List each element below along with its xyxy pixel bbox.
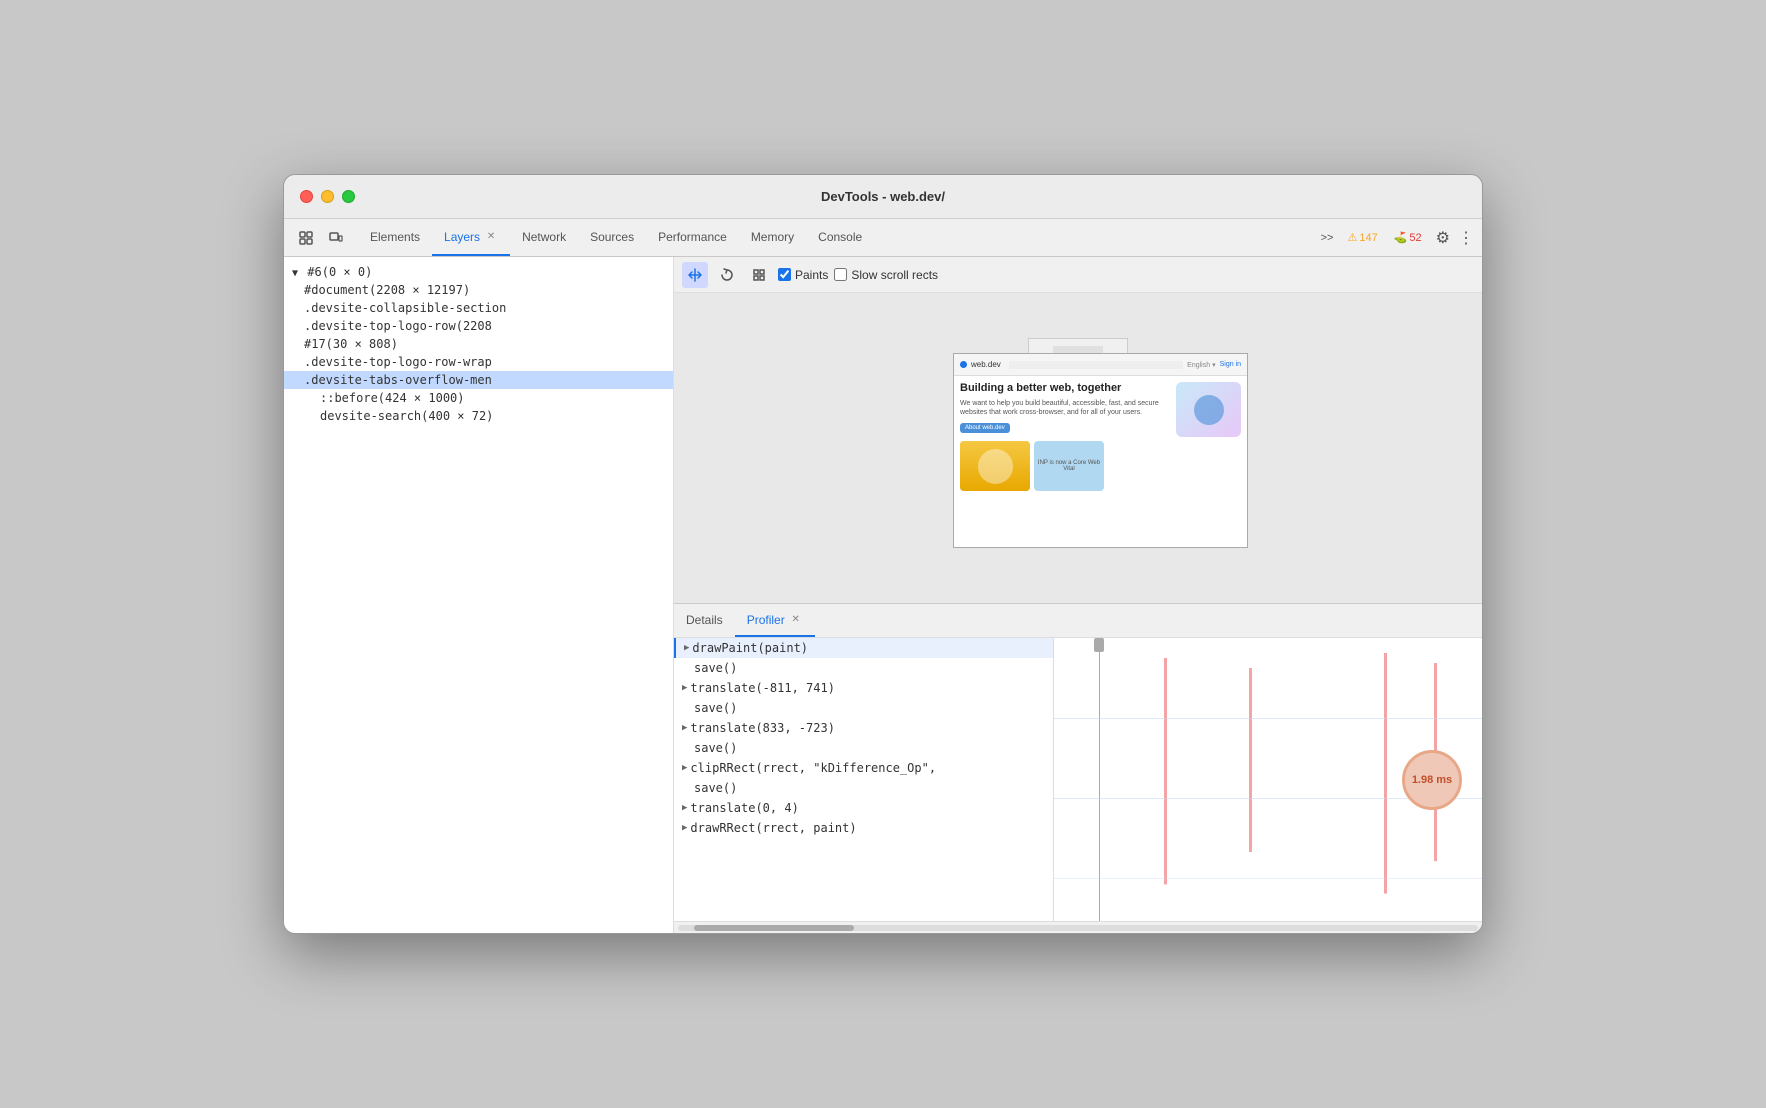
profiler-item-9[interactable]: ▶ drawRRect(rrect, paint) <box>674 818 1053 838</box>
triangle-icon: ▶ <box>684 643 689 653</box>
settings-button[interactable]: ⚙ <box>1432 224 1454 252</box>
devtools-window: DevTools - web.dev/ Elements <box>283 174 1483 934</box>
preview-small-text: We want to help you build beautiful, acc… <box>960 399 1168 417</box>
tab-elements[interactable]: Elements <box>358 219 432 256</box>
tree-item-label: devsite-search(400 × 72) <box>320 409 493 423</box>
scrollbar-track[interactable] <box>678 925 1478 931</box>
tree-item-search[interactable]: devsite-search(400 × 72) <box>284 407 673 425</box>
error-badge[interactable]: ⛳ 52 <box>1388 229 1428 246</box>
responsive-icon[interactable] <box>322 224 350 252</box>
tabs-area: Elements Layers ✕ Network Sources Perfor… <box>358 219 1317 256</box>
triangle-icon: ▶ <box>682 723 687 733</box>
slow-scroll-checkbox[interactable] <box>834 268 847 281</box>
main-toolbar: Elements Layers ✕ Network Sources Perfor… <box>284 219 1482 257</box>
scrollbar-thumb[interactable] <box>694 925 854 931</box>
profiler-item-3[interactable]: save() <box>674 698 1053 718</box>
profiler-scrollbar[interactable] <box>674 921 1482 933</box>
paints-checkbox[interactable] <box>778 268 791 281</box>
profiler-item-4[interactable]: ▶ translate(833, -723) <box>674 718 1053 738</box>
profiler-item-0[interactable]: ▶ drawPaint(paint) <box>674 638 1053 658</box>
tab-profiler[interactable]: Profiler ✕ <box>735 604 815 637</box>
profiler-item-7[interactable]: save() <box>674 778 1053 798</box>
pan-tool-button[interactable] <box>682 262 708 288</box>
timeline-scroll: 1.98 ms <box>1054 638 1482 921</box>
more-options-button[interactable]: ⋮ <box>1458 228 1474 248</box>
toolbar-left <box>292 219 350 256</box>
tab-memory[interactable]: Memory <box>739 219 806 256</box>
preview-header: web.dev English ▾ Sign in <box>954 354 1247 376</box>
profiler-item-2[interactable]: ▶ translate(-811, 741) <box>674 678 1053 698</box>
tree-item-tabs-overflow[interactable]: .devsite-tabs-overflow-men <box>284 371 673 389</box>
triangle-icon: ▶ <box>682 823 687 833</box>
profiler-item-6[interactable]: ▶ clipRRect(rrect, "kDifference_Op", <box>674 758 1053 778</box>
bottom-content: ▶ drawPaint(paint) save() ▶ translate(-8… <box>674 638 1482 921</box>
tab-layers-close[interactable]: ✕ <box>484 230 498 244</box>
tree-item-collapsible[interactable]: .devsite-collapsible-section <box>284 299 673 317</box>
preview-area: ... web.dev English ▾ Sign in <box>674 293 1482 603</box>
titlebar: DevTools - web.dev/ <box>284 175 1482 219</box>
tree-item-top-logo[interactable]: .devsite-top-logo-row(2208 <box>284 317 673 335</box>
triangle-icon: ▼ <box>292 268 298 279</box>
rotate-tool-button[interactable] <box>714 262 740 288</box>
toolbar-right: >> ⚠ 147 ⛳ 52 ⚙ ⋮ <box>1317 219 1474 256</box>
tree-item-label: #6(0 × 0) <box>307 265 372 279</box>
tree-item-label: .devsite-collapsible-section <box>304 301 506 315</box>
minimize-button[interactable] <box>321 190 334 203</box>
error-icon: ⛳ <box>1394 231 1408 244</box>
tab-performance[interactable]: Performance <box>646 219 739 256</box>
tab-profiler-close[interactable]: ✕ <box>789 613 803 627</box>
preview-content-area: Building a better web, together We want … <box>954 376 1247 547</box>
tree-item-top-logo-wrap[interactable]: .devsite-top-logo-row-wrap <box>284 353 673 371</box>
reset-tool-button[interactable] <box>746 262 772 288</box>
tree-item-label: .devsite-top-logo-row-wrap <box>304 355 492 369</box>
timer-badge: 1.98 ms <box>1402 750 1462 810</box>
tree-item-label: #17(30 × 808) <box>304 337 398 351</box>
tree-item-document[interactable]: #document(2208 × 12197) <box>284 281 673 299</box>
tree-item-label: #document(2208 × 12197) <box>304 283 470 297</box>
tree-item-label: .devsite-tabs-overflow-men <box>304 373 492 387</box>
tree-item-before[interactable]: ::before(424 × 1000) <box>284 389 673 407</box>
maximize-button[interactable] <box>342 190 355 203</box>
layers-tree-panel: ▼ #6(0 × 0) #document(2208 × 12197) .dev… <box>284 257 674 933</box>
tree-item-17[interactable]: #17(30 × 808) <box>284 335 673 353</box>
timeline-area[interactable]: 1.98 ms <box>1054 638 1482 921</box>
triangle-icon: ▶ <box>682 763 687 773</box>
preview-card-1 <box>960 441 1030 491</box>
profiler-item-1[interactable]: save() <box>674 658 1053 678</box>
profiler-item-5[interactable]: save() <box>674 738 1053 758</box>
tab-details[interactable]: Details <box>674 604 735 637</box>
close-button[interactable] <box>300 190 313 203</box>
right-panel: Paints Slow scroll rects ... <box>674 257 1482 933</box>
bottom-tabs: Details Profiler ✕ <box>674 604 1482 638</box>
bottom-panel: Details Profiler ✕ ▶ drawPaint(paint) <box>674 603 1482 933</box>
tree-item-label: ::before(424 × 1000) <box>320 391 465 405</box>
paints-checkbox-label[interactable]: Paints <box>778 268 828 282</box>
slow-scroll-checkbox-label[interactable]: Slow scroll rects <box>834 268 938 282</box>
preview-cards: INP is now a Core Web Vital <box>960 441 1241 491</box>
tab-layers[interactable]: Layers ✕ <box>432 219 510 256</box>
profiler-tree[interactable]: ▶ drawPaint(paint) save() ▶ translate(-8… <box>674 638 1054 921</box>
triangle-icon: ▶ <box>682 683 687 693</box>
triangle-icon: ▶ <box>682 803 687 813</box>
warning-badge[interactable]: ⚠ 147 <box>1341 229 1383 246</box>
preview-big-text: Building a better web, together <box>960 382 1168 395</box>
main-preview: web.dev English ▾ Sign in Building a bet… <box>953 353 1248 548</box>
more-tabs-button[interactable]: >> <box>1317 230 1338 246</box>
inspector-icon[interactable] <box>292 224 320 252</box>
window-title: DevTools - web.dev/ <box>821 189 945 204</box>
tree-item-label: .devsite-top-logo-row(2208 <box>304 319 492 333</box>
warn-icon: ⚠ <box>1347 231 1357 244</box>
profiler-item-8[interactable]: ▶ translate(0, 4) <box>674 798 1053 818</box>
main-content: ▼ #6(0 × 0) #document(2208 × 12197) .dev… <box>284 257 1482 933</box>
tree-item-root[interactable]: ▼ #6(0 × 0) <box>284 263 673 281</box>
tab-console[interactable]: Console <box>806 219 874 256</box>
tab-network[interactable]: Network <box>510 219 578 256</box>
preview-card-2: INP is now a Core Web Vital <box>1034 441 1104 491</box>
tab-sources[interactable]: Sources <box>578 219 646 256</box>
traffic-lights <box>300 190 355 203</box>
layers-toolbar: Paints Slow scroll rects <box>674 257 1482 293</box>
layers-tree[interactable]: ▼ #6(0 × 0) #document(2208 × 12197) .dev… <box>284 257 673 933</box>
